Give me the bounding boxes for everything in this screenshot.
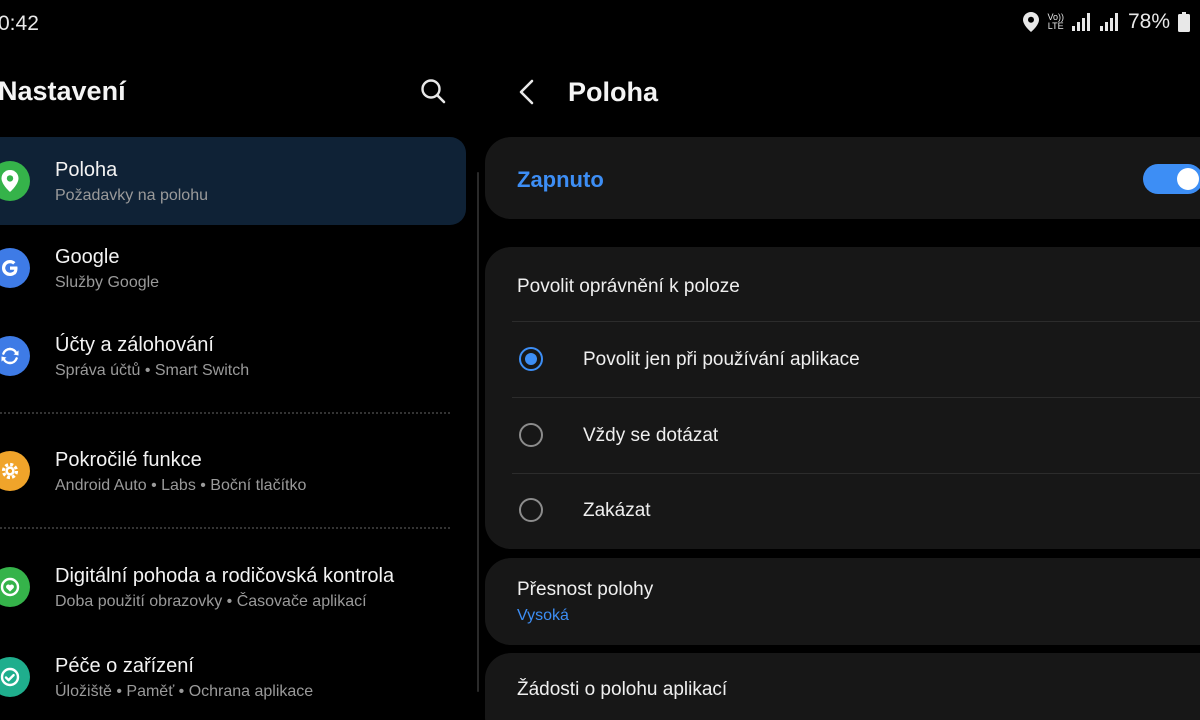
sidebar-item-title: Účty a zálohování: [55, 334, 214, 356]
signal-icon: [1071, 13, 1090, 31]
radio-label: Zakázat: [583, 500, 651, 521]
sidebar-item-device-care[interactable]: Péče o zařízení Úložiště • Paměť • Ochra…: [0, 633, 466, 720]
sidebar-item-subtitle: Požadavky na polohu: [55, 187, 208, 204]
permission-card: Povolit oprávnění k poloze Povolit jen p…: [485, 247, 1200, 549]
location-icon: [0, 161, 30, 201]
battery-icon: [1178, 12, 1190, 32]
row-divider: [512, 321, 1200, 322]
location-pin-icon: [1023, 12, 1040, 32]
back-arrow-icon: [519, 79, 534, 105]
google-icon: [0, 248, 30, 288]
back-button[interactable]: [512, 76, 544, 108]
radio-option-always-ask[interactable]: Vždy se dotázat: [485, 399, 1200, 474]
sidebar-item-title: Google: [55, 246, 120, 268]
detail-title: Poloha: [568, 77, 659, 107]
pane-divider[interactable]: [477, 172, 479, 692]
switch-knob: [1177, 168, 1199, 190]
search-button[interactable]: [418, 76, 450, 108]
precision-value: Vysoká: [517, 607, 569, 624]
sidebar-item-accounts[interactable]: Účty a zálohování Správa účtů • Smart Sw…: [0, 312, 466, 400]
status-icons: Vo)) LTE 78%: [1023, 10, 1190, 34]
sidebar-item-poloha[interactable]: Poloha Požadavky na polohu: [0, 137, 466, 225]
sync-icon: [0, 336, 30, 376]
gear-icon: [0, 451, 30, 491]
sidebar-item-subtitle: Android Auto • Labs • Boční tlačítko: [55, 477, 307, 494]
radio-label: Vždy se dotázat: [583, 425, 719, 446]
precision-title: Přesnost polohy: [517, 579, 654, 600]
sidebar-item-digital-wellbeing[interactable]: Digitální pohoda a rodičovská kontrola D…: [0, 543, 466, 631]
search-icon: [421, 79, 446, 104]
sidebar-item-title: Digitální pohoda a rodičovská kontrola: [55, 565, 395, 587]
sidebar-item-subtitle: Správa účtů • Smart Switch: [55, 362, 250, 379]
wellbeing-icon: [0, 567, 30, 607]
location-switch[interactable]: [1143, 164, 1200, 194]
settings-screen: 0:42 Vo)) LTE 78% Nastavení Poloha Požad…: [0, 0, 1200, 720]
radio-option-while-using[interactable]: Povolit jen při používání aplikace: [485, 323, 1200, 398]
radio-button[interactable]: [519, 498, 543, 522]
battery-percent: 78%: [1127, 10, 1170, 33]
sidebar-item-google[interactable]: Google Služby Google: [0, 224, 466, 312]
status-time: 0:42: [0, 12, 39, 35]
toggle-label: Zapnuto: [517, 167, 604, 192]
app-location-requests-row[interactable]: Žádosti o polohu aplikací: [485, 653, 1200, 720]
signal-icon: [1099, 13, 1118, 31]
section-divider: [0, 527, 450, 529]
radio-label: Povolit jen při používání aplikace: [583, 349, 860, 370]
section-divider: [0, 412, 450, 414]
radio-button[interactable]: [519, 423, 543, 447]
sidebar-item-subtitle: Služby Google: [55, 274, 160, 291]
requests-title: Žádosti o polohu aplikací: [517, 679, 728, 700]
location-toggle-row[interactable]: Zapnuto: [485, 137, 1200, 219]
sidebar-item-subtitle: Úložiště • Paměť • Ochrana aplikace: [55, 683, 314, 700]
sidebar-item-title: Poloha: [55, 159, 118, 181]
sidebar-item-advanced-features[interactable]: Pokročilé funkce Android Auto • Labs • B…: [0, 427, 466, 515]
permission-heading: Povolit oprávnění k poloze: [517, 276, 740, 297]
radio-option-deny[interactable]: Zakázat: [485, 474, 1200, 549]
location-precision-row[interactable]: Přesnost polohy Vysoká: [485, 558, 1200, 645]
page-title: Nastavení: [0, 76, 126, 106]
device-care-icon: [0, 657, 30, 697]
sidebar-item-subtitle: Doba použití obrazovky • Časovače aplika…: [55, 593, 367, 610]
volte-icon: Vo)) LTE: [1047, 13, 1064, 31]
sidebar-item-title: Péče o zařízení: [55, 655, 194, 677]
radio-button[interactable]: [519, 347, 543, 371]
sidebar-item-title: Pokročilé funkce: [55, 449, 202, 471]
row-divider: [512, 397, 1200, 398]
lte-label: LTE: [1047, 21, 1064, 31]
